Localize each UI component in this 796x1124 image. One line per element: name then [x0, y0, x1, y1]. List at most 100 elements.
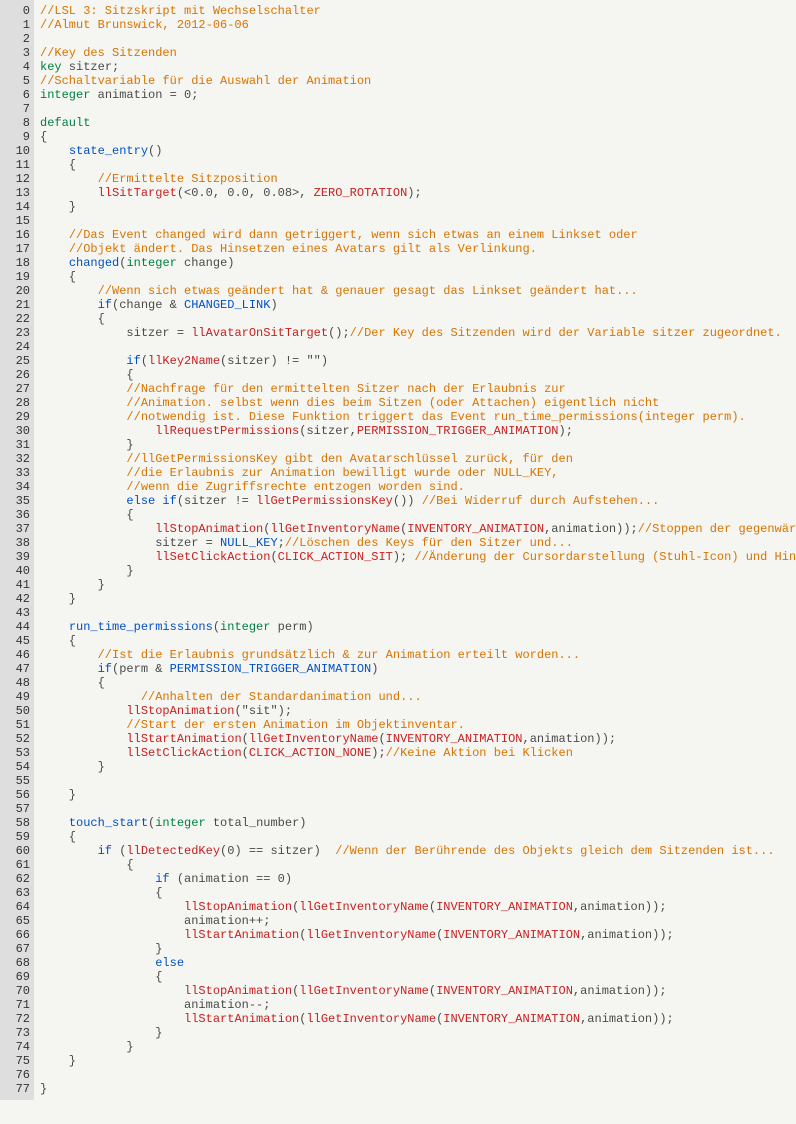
code-line: if (animation == 0) — [40, 872, 790, 886]
code-line: //Objekt ändert. Das Hinsetzen eines Ava… — [40, 242, 790, 256]
line-number: 11 — [8, 158, 30, 172]
line-number: 31 — [8, 438, 30, 452]
code-line: llStartAnimation(llGetInventoryName(INVE… — [40, 1012, 790, 1026]
line-number: 16 — [8, 228, 30, 242]
code-line: //Animation. selbst wenn dies beim Sitze… — [40, 396, 790, 410]
line-number: 4 — [8, 60, 30, 74]
line-number: 70 — [8, 984, 30, 998]
line-number: 15 — [8, 214, 30, 228]
line-number: 77 — [8, 1082, 30, 1096]
line-number: 36 — [8, 508, 30, 522]
code-line — [40, 1068, 790, 1082]
line-number: 61 — [8, 858, 30, 872]
code-line — [40, 102, 790, 116]
code-line: } — [40, 200, 790, 214]
line-number: 47 — [8, 662, 30, 676]
line-number: 64 — [8, 900, 30, 914]
line-number: 28 — [8, 396, 30, 410]
line-number-gutter: 0123456789101112131415161718192021222324… — [0, 0, 34, 1100]
code-line: //Ist die Erlaubnis grundsätzlich & zur … — [40, 648, 790, 662]
line-number: 71 — [8, 998, 30, 1012]
line-number: 52 — [8, 732, 30, 746]
line-number: 19 — [8, 270, 30, 284]
code-line: { — [40, 830, 790, 844]
code-line: //llGetPermissionsKey gibt den Avatarsch… — [40, 452, 790, 466]
code-line: { — [40, 270, 790, 284]
code-line — [40, 802, 790, 816]
code-line: { — [40, 676, 790, 690]
line-number: 0 — [8, 4, 30, 18]
line-number: 20 — [8, 284, 30, 298]
line-number: 35 — [8, 494, 30, 508]
line-number: 65 — [8, 914, 30, 928]
code-line: { — [40, 312, 790, 326]
line-number: 39 — [8, 550, 30, 564]
code-line: default — [40, 116, 790, 130]
line-number: 21 — [8, 298, 30, 312]
line-number: 59 — [8, 830, 30, 844]
code-line: //Start der ersten Animation im Objektin… — [40, 718, 790, 732]
code-line: llSitTarget(<0.0, 0.0, 0.08>, ZERO_ROTAT… — [40, 186, 790, 200]
line-number: 74 — [8, 1040, 30, 1054]
code-line: llStartAnimation(llGetInventoryName(INVE… — [40, 928, 790, 942]
line-number: 49 — [8, 690, 30, 704]
line-number: 5 — [8, 74, 30, 88]
line-number: 17 — [8, 242, 30, 256]
code-line: sitzer = NULL_KEY;//Löschen des Keys für… — [40, 536, 790, 550]
line-number: 43 — [8, 606, 30, 620]
line-number: 68 — [8, 956, 30, 970]
line-number: 9 — [8, 130, 30, 144]
code-line: } — [40, 1082, 790, 1096]
line-number: 3 — [8, 46, 30, 60]
code-line: //Das Event changed wird dann getriggert… — [40, 228, 790, 242]
code-line: animation++; — [40, 914, 790, 928]
line-number: 53 — [8, 746, 30, 760]
line-number: 46 — [8, 648, 30, 662]
code-area: //LSL 3: Sitzskript mit Wechselschalter /… — [34, 0, 796, 1100]
code-line: else — [40, 956, 790, 970]
code-line: llStopAnimation(llGetInventoryName(INVEN… — [40, 984, 790, 998]
code-line: //Ermittelte Sitzposition — [40, 172, 790, 186]
code-line — [40, 32, 790, 46]
code-line: } — [40, 942, 790, 956]
line-number: 37 — [8, 522, 30, 536]
line-number: 57 — [8, 802, 30, 816]
line-number: 26 — [8, 368, 30, 382]
code-line: llStartAnimation(llGetInventoryName(INVE… — [40, 732, 790, 746]
line-number: 22 — [8, 312, 30, 326]
code-line: llStopAnimation(llGetInventoryName(INVEN… — [40, 522, 790, 536]
line-number: 23 — [8, 326, 30, 340]
code-line: integer animation = 0; — [40, 88, 790, 102]
code-line: } — [40, 438, 790, 452]
code-line: if (llDetectedKey(0) == sitzer) //Wenn d… — [40, 844, 790, 858]
code-line: { — [40, 634, 790, 648]
code-line: { — [40, 368, 790, 382]
line-number: 7 — [8, 102, 30, 116]
line-number: 14 — [8, 200, 30, 214]
code-line: animation--; — [40, 998, 790, 1012]
code-line — [40, 340, 790, 354]
line-number: 18 — [8, 256, 30, 270]
line-number: 8 — [8, 116, 30, 130]
code-line — [40, 774, 790, 788]
code-line: } — [40, 1026, 790, 1040]
code-line: run_time_permissions(integer perm) — [40, 620, 790, 634]
code-line: { — [40, 130, 790, 144]
code-line: //Nachfrage für den ermittelten Sitzer n… — [40, 382, 790, 396]
code-line: //wenn die Zugriffsrechte entzogen worde… — [40, 480, 790, 494]
code-line: //Wenn sich etwas geändert hat & genauer… — [40, 284, 790, 298]
line-number: 40 — [8, 564, 30, 578]
code-line: } — [40, 592, 790, 606]
code-line: if(llKey2Name(sitzer) != "") — [40, 354, 790, 368]
code-line: llStopAnimation(llGetInventoryName(INVEN… — [40, 900, 790, 914]
line-number: 66 — [8, 928, 30, 942]
code-line: //notwendig ist. Diese Funktion triggert… — [40, 410, 790, 424]
line-number: 60 — [8, 844, 30, 858]
code-line: { — [40, 858, 790, 872]
code-line: //LSL 3: Sitzskript mit Wechselschalter — [40, 4, 790, 18]
line-number: 32 — [8, 452, 30, 466]
code-line: //Anhalten der Standardanimation und... — [40, 690, 790, 704]
code-line: } — [40, 760, 790, 774]
code-line: llStopAnimation("sit"); — [40, 704, 790, 718]
code-line: } — [40, 1040, 790, 1054]
